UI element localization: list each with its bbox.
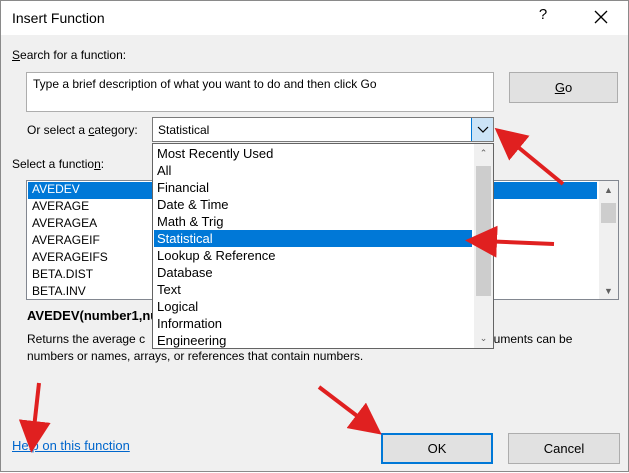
help-button[interactable]: ? [533,6,553,28]
chevron-down-icon [477,126,488,133]
close-button[interactable] [589,5,613,29]
category-option[interactable]: Logical [154,298,472,315]
category-option[interactable]: Most Recently Used [154,145,472,162]
function-item[interactable]: BETA.INV [30,284,86,299]
category-dropdown-list[interactable]: Most Recently Used All Financial Date & … [152,143,494,349]
search-input[interactable]: Type a brief description of what you wan… [26,72,494,112]
function-item[interactable]: AVERAGEIF [30,233,100,250]
function-label-suffix: : [100,157,105,171]
go-button-accesskey: G [554,80,565,95]
category-dropdown-scrollbar[interactable]: ⌃ ⌄ [474,144,493,348]
function-signature: AVEDEV(number1,nu [27,308,159,323]
function-item[interactable]: BETA.DIST [30,267,93,284]
category-option[interactable]: Database [154,264,472,281]
go-button-label: o [564,80,573,95]
function-item[interactable]: AVERAGE [30,199,89,216]
category-option[interactable]: All [154,162,472,179]
category-option[interactable]: Information [154,315,472,332]
function-item[interactable]: AVERAGEIFS [30,250,108,267]
scrollbar-thumb[interactable] [476,166,491,296]
annotation-arrow-icon [317,385,382,435]
annotation-arrow-icon [494,127,565,186]
close-icon [594,10,608,24]
insert-function-dialog: Insert Function ? Search for a function:… [0,0,629,472]
go-button[interactable]: Go [509,72,618,103]
function-item[interactable]: AVERAGEA [30,216,97,233]
category-dropdown-button[interactable] [471,118,493,141]
dialog-title: Insert Function [12,10,105,26]
category-selected-value: Statistical [158,123,210,137]
category-option[interactable]: Math & Trig [154,213,472,230]
function-label-prefix: Select a functio [12,157,95,171]
function-label-accesskey: n [94,157,101,171]
category-label-prefix: Or select a [27,123,89,137]
scrollbar-thumb[interactable] [601,203,616,223]
scroll-down-arrow-icon[interactable]: ▼ [599,282,618,299]
category-option[interactable]: Financial [154,179,472,196]
description-line2: numbers or names, arrays, or references … [27,349,364,363]
function-list-scrollbar[interactable]: ▲ ▼ [599,181,618,299]
search-label-suffix: earch for a function: [20,48,127,62]
category-option[interactable]: Date & Time [154,196,472,213]
description-line1-left: Returns the average c [27,332,146,346]
category-option[interactable]: Engineering [154,332,472,348]
category-label-suffix: ategory: [94,123,138,137]
selection-highlight [489,182,597,199]
category-label: Or select a category: [27,123,138,137]
title-bar: Insert Function ? [1,1,628,35]
help-on-function-link[interactable]: Help on this function [12,438,130,453]
search-label: Search for a function: [12,48,126,62]
ok-button[interactable]: OK [381,433,493,464]
function-list-label: Select a function: [12,157,104,171]
category-option[interactable]: Lookup & Reference [154,247,472,264]
search-label-accesskey: S [12,48,21,62]
annotation-arrow-icon [18,382,51,453]
scroll-up-arrow-icon[interactable]: ▲ [599,181,618,198]
category-select[interactable]: Statistical [152,117,494,142]
scroll-down-arrow-icon[interactable]: ⌄ [474,330,493,347]
cancel-button[interactable]: Cancel [508,433,620,464]
category-option-selected[interactable]: Statistical [154,230,472,247]
scroll-up-arrow-icon[interactable]: ⌃ [474,145,493,162]
category-option[interactable]: Text [154,281,472,298]
